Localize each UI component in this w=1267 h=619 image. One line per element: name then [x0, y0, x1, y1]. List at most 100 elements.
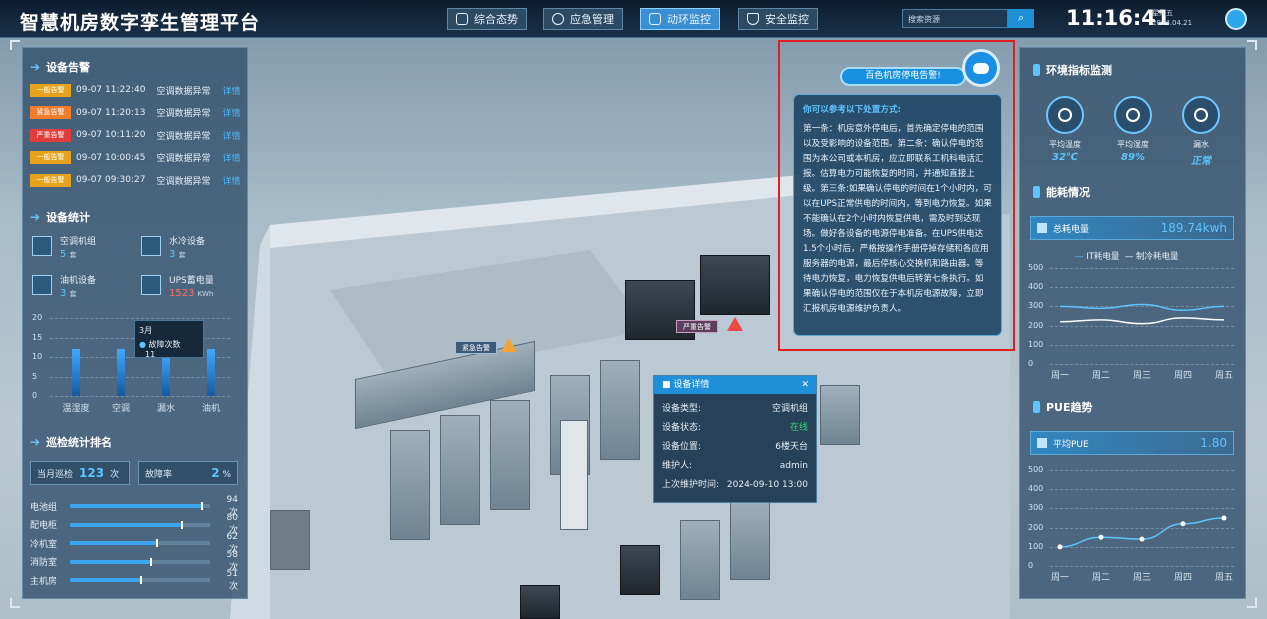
warning-icon[interactable]: [727, 317, 743, 331]
x-tick-label: 周一: [1050, 573, 1069, 583]
ranking-name: 消防室: [30, 558, 58, 568]
device-row: 设备位置: 6楼天台: [662, 442, 808, 452]
stat-generator: 油机设备 3 套: [32, 273, 96, 299]
ranking-bar-fill: [70, 557, 153, 566]
user-avatar-icon[interactable]: [1225, 8, 1247, 30]
search-input[interactable]: 搜索资源: [902, 9, 1008, 28]
nav-environment-monitor[interactable]: 动环监控: [640, 8, 720, 30]
dark-server-rack[interactable]: [520, 585, 560, 619]
home-icon: [456, 13, 468, 25]
nav-emergency[interactable]: 应急管理: [543, 8, 623, 30]
gridline: [1050, 527, 1234, 529]
arrow-icon: ➔: [30, 60, 41, 74]
server-rack[interactable]: [440, 415, 480, 525]
target-icon: [552, 13, 564, 25]
dark-server-rack[interactable]: [620, 545, 660, 595]
nav-security[interactable]: 安全监控: [738, 8, 818, 30]
alarm-message: 空调数据异常: [156, 154, 211, 164]
bar-空调[interactable]: [117, 349, 125, 396]
device-row: 上次维护时间: 2024-09-10 13:00: [662, 480, 808, 490]
y-tick-label: 400: [1028, 282, 1044, 292]
alarm-time: 09-07 09:30:27: [76, 175, 146, 185]
alarm-detail-link[interactable]: 详情: [222, 174, 240, 187]
alarm-detail-link[interactable]: 详情: [222, 151, 240, 164]
x-tick-label: 周二: [1091, 371, 1110, 381]
x-tick-label: 空调: [111, 404, 130, 414]
gridline: [1050, 489, 1234, 491]
emergency-alarm-tag[interactable]: 紧急告警: [455, 341, 497, 354]
gridline: [1050, 470, 1234, 471]
shield-icon: [747, 13, 759, 25]
server-rack[interactable]: [390, 430, 430, 540]
section-patrol-ranking: ➔ 巡检统计排名: [30, 435, 113, 449]
warning-icon[interactable]: [501, 338, 517, 352]
search-icon[interactable]: ⌕: [1008, 9, 1034, 28]
server-rack[interactable]: [490, 400, 530, 510]
avg-humidity-value: 89%: [1121, 152, 1145, 163]
section-device-alarms: ➔ 设备告警: [30, 60, 91, 74]
ranking-name: 冷机室: [30, 539, 58, 550]
ranking-bar-track: [70, 576, 210, 584]
ranking-row: 主机房 51次: [30, 569, 240, 592]
y-tick-label: 20: [32, 313, 43, 322]
door[interactable]: [270, 510, 310, 570]
dark-server-rack[interactable]: [700, 255, 770, 315]
device-row: 维护人: admin: [662, 461, 808, 471]
x-tick-label: 周五: [1214, 573, 1233, 583]
gridline: [1050, 364, 1234, 365]
humidity-icon: [1114, 96, 1152, 134]
ranking-row: 电池组 94次: [30, 495, 240, 518]
alarm-message: 空调数据异常: [156, 86, 211, 97]
critical-alarm-tag[interactable]: 严重告警: [676, 320, 718, 333]
bar-漏水[interactable]: [162, 353, 170, 396]
y-tick-label: 500: [1028, 263, 1044, 272]
y-tick-label: 0: [1028, 359, 1034, 368]
frame-corner: [1247, 598, 1257, 608]
alarm-detail-link[interactable]: 详情: [222, 106, 240, 119]
close-icon[interactable]: ✕: [801, 376, 809, 394]
y-tick-label: 500: [1028, 465, 1044, 474]
ranking-bar-track: [70, 502, 210, 510]
robot-assistant-icon[interactable]: [962, 49, 1000, 87]
alarm-detail-link[interactable]: 详情: [222, 84, 240, 97]
bar-油机[interactable]: [207, 349, 215, 396]
gridline: [50, 396, 230, 397]
alarm-level-badge: 紧急告警: [30, 106, 71, 119]
server-rack[interactable]: [600, 360, 640, 460]
x-tick-label: 周一: [1050, 371, 1069, 381]
ranking-bar-fill: [70, 502, 203, 510]
section-marker: [1033, 401, 1040, 413]
alarm-row: 严重告警 09-07 10:11:20 空调数据异常 详情: [30, 128, 240, 142]
section-marker: [1033, 64, 1040, 76]
alarm-level-badge: 一般告警: [30, 173, 71, 187]
server-rack[interactable]: [820, 385, 860, 445]
monthly-patrol-count: 当月巡检 123 次: [30, 461, 130, 485]
alarm-level-badge: 一般告警: [30, 83, 71, 97]
outage-alert-bubble[interactable]: 百色机房停电告警!: [840, 67, 966, 86]
server-rack[interactable]: [680, 520, 720, 600]
gridline: [1050, 325, 1234, 327]
nav-overview[interactable]: 综合态势: [447, 8, 527, 30]
guidance-text: 第一条：机房意外停电后，首先确定停电的范围以及受影响的设备范围。第二条：确认停电…: [803, 124, 992, 314]
ranking-value: 51次: [226, 568, 238, 592]
y-tick-label: 300: [1028, 301, 1044, 311]
thermometer-icon: [1046, 96, 1084, 134]
section-energy: 能耗情况: [1033, 184, 1090, 200]
pue-icon: [1037, 438, 1047, 448]
frame-corner: [10, 598, 20, 608]
stat-ac-units: 空调机组 5 套: [32, 234, 96, 260]
x-tick-label: 周五: [1214, 371, 1233, 381]
alarm-detail-link[interactable]: 详情: [222, 129, 240, 142]
ranking-name: 电池组: [30, 502, 58, 513]
x-tick-label: 漏水: [156, 404, 175, 414]
ranking-bar-track: [70, 557, 210, 566]
avg-temperature-value: 32℃: [1051, 152, 1079, 163]
y-tick-label: 200: [1028, 320, 1044, 330]
monitor-icon: [649, 13, 661, 25]
gridline: [1050, 306, 1234, 308]
bar-温湿度[interactable]: [72, 349, 80, 396]
server-rack[interactable]: [730, 500, 770, 580]
alarm-row: 一般告警 09-07 11:22:40 空调数据异常 详情: [30, 83, 240, 97]
x-tick-label: 周二: [1091, 573, 1110, 583]
ranking-name: 配电柜: [30, 521, 58, 531]
